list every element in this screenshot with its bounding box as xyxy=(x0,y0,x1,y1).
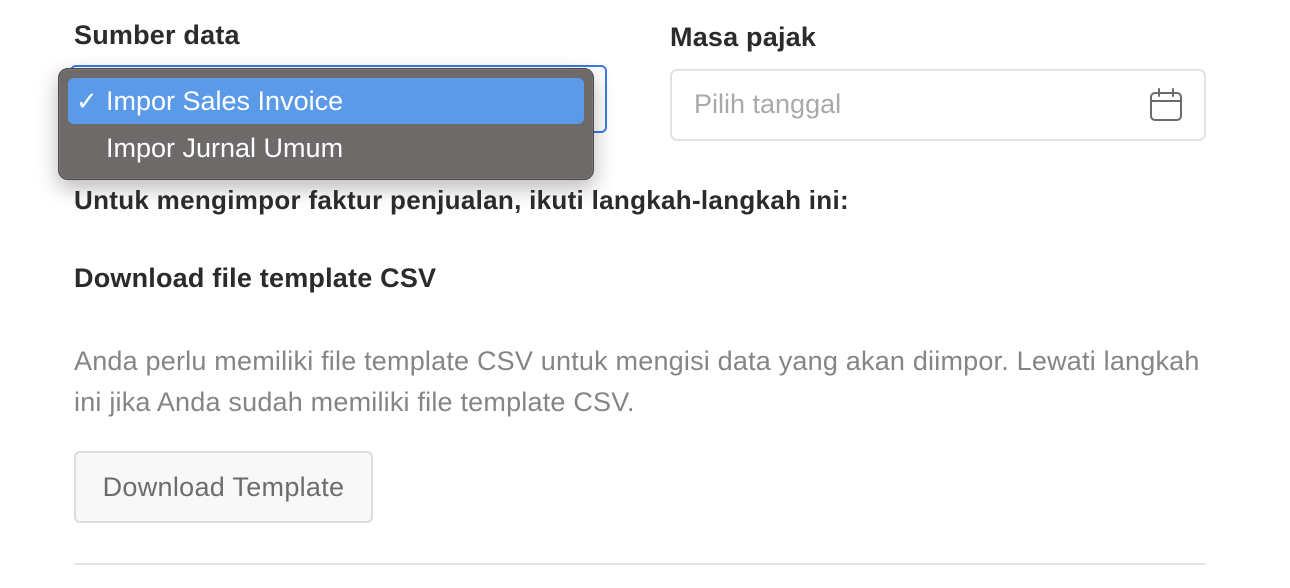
instruction-heading: Untuk mengimpor faktur penjualan, ikuti … xyxy=(74,185,849,215)
divider xyxy=(74,563,1206,565)
date-placeholder: Pilih tanggal xyxy=(694,89,842,119)
option-label: Impor Sales Invoice xyxy=(106,86,344,116)
period-label: Masa pajak xyxy=(670,22,817,52)
step-title: Download file template CSV xyxy=(74,263,437,293)
download-template-button[interactable]: Download Template xyxy=(74,451,373,523)
dropdown-option-general-journal[interactable]: Impor Jurnal Umum xyxy=(68,125,584,171)
step-description: Anda perlu memiliki file template CSV un… xyxy=(74,346,1200,417)
tax-period-date-input[interactable]: Pilih tanggal xyxy=(670,69,1206,141)
dropdown-option-sales-invoice[interactable]: ✓ Impor Sales Invoice xyxy=(68,78,584,124)
source-label: Sumber data xyxy=(74,20,240,50)
source-dropdown-menu: ✓ Impor Sales Invoice Impor Jurnal Umum xyxy=(58,68,594,180)
calendar-icon[interactable] xyxy=(1148,87,1184,123)
option-label: Impor Jurnal Umum xyxy=(106,133,344,163)
import-form: Sumber data Masa pajak ✓ Impor Sales Inv… xyxy=(0,0,1290,588)
checkmark-icon: ✓ xyxy=(76,86,98,116)
